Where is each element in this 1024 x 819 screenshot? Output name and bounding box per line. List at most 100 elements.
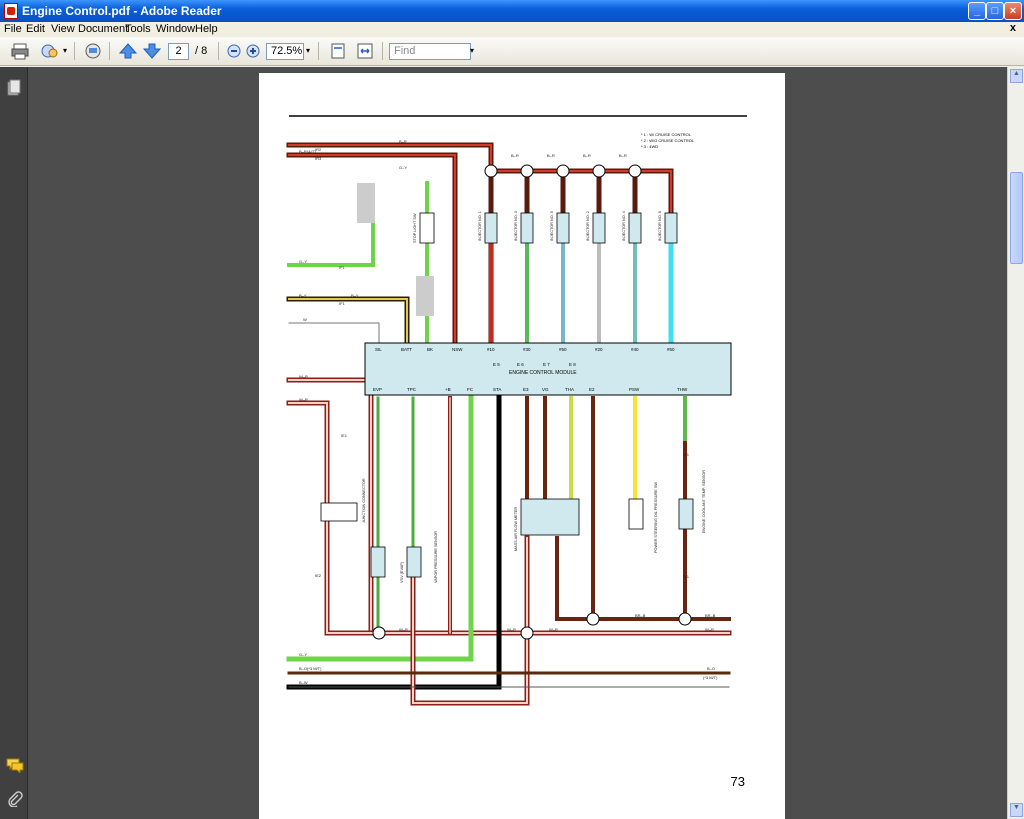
attachments-icon[interactable]	[7, 791, 23, 807]
svg-text:B–O: B–O	[707, 666, 715, 671]
menu-edit[interactable]: Edit	[26, 23, 45, 35]
svg-text:BATT: BATT	[401, 347, 412, 352]
svg-text:W–R: W–R	[299, 374, 308, 379]
find-dropdown-icon[interactable]: ▾	[470, 46, 474, 55]
close-button[interactable]: ×	[1004, 2, 1022, 20]
svg-text:SIL: SIL	[375, 347, 382, 352]
svg-text:B–R: B–R	[583, 153, 591, 158]
svg-text:E3: E3	[523, 387, 529, 392]
svg-text:G–Y: G–Y	[299, 652, 307, 657]
minimize-button[interactable]: _	[968, 2, 986, 20]
svg-text:W–R: W–R	[399, 627, 408, 632]
svg-text:E 1: E 1	[683, 574, 690, 579]
svg-text:THW: THW	[677, 387, 688, 392]
title-bar: Engine Control.pdf - Adobe Reader _ □ ×	[0, 0, 1024, 22]
svg-text:ENGINE CONTROL MODULE: ENGINE CONTROL MODULE	[509, 370, 577, 376]
svg-text:B–Y: B–Y	[351, 293, 359, 298]
comments-icon[interactable]	[6, 757, 24, 773]
svg-text:E 5: E 5	[493, 362, 500, 367]
menu-view[interactable]: View	[51, 23, 75, 35]
svg-text:(*3 M/T): (*3 M/T)	[703, 675, 718, 680]
svg-text:W–R: W–R	[507, 627, 516, 632]
svg-text:B–R: B–R	[547, 153, 555, 158]
svg-text:G–Y: G–Y	[399, 165, 407, 170]
svg-text:* 2 : W/O CRUISE CONTROL: * 2 : W/O CRUISE CONTROL	[641, 138, 695, 143]
scroll-down-icon[interactable]: ▼	[1010, 803, 1023, 817]
navigation-panel	[0, 67, 28, 819]
svg-text:INJECTOR NO. 5: INJECTOR NO. 5	[550, 211, 554, 241]
menu-window[interactable]: Window	[156, 23, 195, 35]
svg-text:EVP: EVP	[373, 387, 382, 392]
previous-page-icon[interactable]	[118, 42, 138, 60]
maximize-button[interactable]: □	[986, 2, 1004, 20]
window-title: Engine Control.pdf - Adobe Reader	[22, 4, 222, 18]
svg-text:IR2: IR2	[315, 147, 322, 152]
next-page-icon[interactable]	[142, 42, 162, 60]
close-document-button[interactable]: x	[1010, 22, 1016, 34]
review-icon[interactable]	[83, 42, 103, 60]
find-input[interactable]: Find	[389, 43, 471, 60]
svg-text:B–R: B–R	[619, 153, 627, 158]
svg-text:W: W	[303, 317, 307, 322]
svg-text:PSW: PSW	[629, 387, 640, 392]
svg-text:E 7: E 7	[543, 362, 550, 367]
pdf-page: * 1 : W/ CRUISE CONTROL * 2 : W/O CRUISE…	[259, 73, 785, 819]
svg-text:JUNCTION CONNECTOR: JUNCTION CONNECTOR	[362, 478, 366, 523]
page-number-input[interactable]: 2	[168, 43, 189, 60]
zoom-level-input[interactable]: 72.5%	[266, 43, 304, 60]
scroll-up-icon[interactable]: ▲	[1010, 69, 1023, 83]
svg-text:INJECTOR NO. 1: INJECTOR NO. 1	[478, 211, 482, 241]
menu-document[interactable]: Document	[78, 23, 128, 35]
menu-bar: File Edit View Document Tools Window Hel…	[0, 22, 1024, 37]
collaborate-icon[interactable]	[40, 42, 60, 60]
svg-text:IE2: IE2	[315, 573, 322, 578]
svg-text:#30: #30	[523, 347, 531, 352]
svg-text:B–O(*3 M/T): B–O(*3 M/T)	[299, 666, 322, 671]
scroll-thumb[interactable]	[1010, 172, 1023, 264]
menu-tools[interactable]: Tools	[125, 23, 151, 35]
svg-text:BR–B: BR–B	[635, 613, 646, 618]
svg-text:BR–B: BR–B	[705, 613, 716, 618]
svg-text:E 1: E 1	[683, 452, 690, 457]
svg-text:#60: #60	[667, 347, 675, 352]
fit-page-icon[interactable]	[328, 42, 348, 60]
dropdown-icon[interactable]: ▾	[63, 46, 67, 55]
page-total: / 8	[195, 45, 208, 57]
svg-text:W–R: W–R	[705, 627, 714, 632]
svg-text:FC: FC	[467, 387, 474, 392]
vertical-scrollbar[interactable]: ▲ ▼	[1007, 67, 1024, 819]
svg-text:#20: #20	[595, 347, 603, 352]
svg-text:#40: #40	[631, 347, 639, 352]
svg-text:STOP LIGHT SW: STOP LIGHT SW	[413, 213, 417, 243]
svg-text:#50: #50	[559, 347, 567, 352]
svg-text:VG: VG	[542, 387, 549, 392]
zoom-out-icon[interactable]	[226, 42, 246, 60]
svg-text:E 6: E 6	[517, 362, 524, 367]
svg-text:G–Y: G–Y	[299, 259, 307, 264]
wiring-diagram: * 1 : W/ CRUISE CONTROL * 2 : W/O CRUISE…	[286, 115, 747, 706]
svg-text:INJECTOR NO. 6: INJECTOR NO. 6	[658, 211, 662, 241]
svg-text:IF1: IF1	[339, 301, 346, 306]
svg-text:TPC: TPC	[407, 387, 417, 392]
toolbar-separator	[109, 42, 110, 60]
page-number-label: 73	[730, 774, 745, 789]
svg-text:E 8: E 8	[569, 362, 576, 367]
svg-text:B–R: B–R	[399, 139, 407, 144]
svg-text:MASS AIR FLOW METER: MASS AIR FLOW METER	[514, 506, 518, 551]
svg-text:POWER STEERING OIL PRESSURE SW: POWER STEERING OIL PRESSURE SW	[654, 482, 658, 553]
svg-text:B–Y: B–Y	[299, 293, 307, 298]
pages-icon[interactable]	[7, 79, 21, 97]
print-icon[interactable]	[10, 42, 30, 60]
zoom-in-icon[interactable]	[245, 42, 265, 60]
svg-text:NSW: NSW	[452, 347, 463, 352]
svg-text:VSV (EVAP): VSV (EVAP)	[400, 561, 404, 583]
svg-text:W–R: W–R	[299, 397, 308, 402]
fit-width-icon[interactable]	[355, 42, 375, 60]
toolbar-separator	[318, 42, 319, 60]
svg-text:* 1 : W/ CRUISE CONTROL: * 1 : W/ CRUISE CONTROL	[641, 132, 692, 137]
menu-file[interactable]: File	[4, 23, 22, 35]
svg-text:BK: BK	[427, 347, 433, 352]
svg-text:B–R: B–R	[511, 153, 519, 158]
zoom-dropdown-icon[interactable]: ▾	[306, 46, 310, 55]
menu-help[interactable]: Help	[195, 23, 218, 35]
